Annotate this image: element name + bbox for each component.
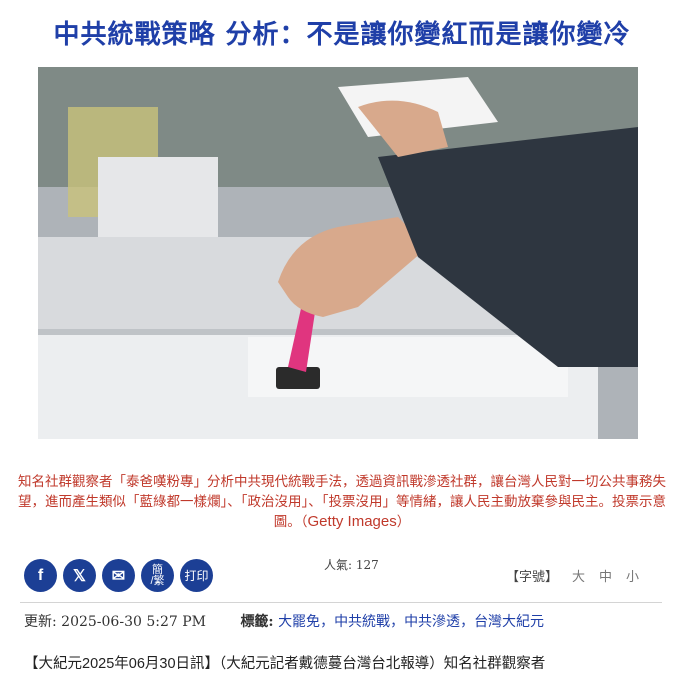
print-button[interactable]: 打印: [180, 559, 213, 592]
traditional-label: /繁: [150, 574, 165, 587]
lead-date: 2025年06月30日: [82, 656, 191, 672]
photo-caption: 知名社群觀察者「泰爸嘆粉專」分析中共現代統戰手法，透過資訊戰滲透社群，讓台灣人民…: [8, 472, 676, 532]
tags-label: 標籤:: [240, 614, 274, 630]
simplified-traditional-toggle[interactable]: 簡 /繁: [141, 559, 174, 592]
lead-text: 訊】（大紀元記者戴德蔓台灣台北報導）知名社群觀察者: [190, 656, 546, 672]
x-share-button[interactable]: 𝕏: [63, 559, 96, 592]
lead-prefix: 【大紀元: [24, 656, 82, 672]
article-lead: 【大紀元2025年06月30日訊】（大紀元記者戴德蔓台灣台北報導）知名社群觀察者: [24, 652, 545, 673]
updated-time: 更新: 2025-06-30 5:27 PM: [24, 614, 206, 630]
tag-link[interactable]: 台灣大紀元: [474, 614, 544, 630]
font-size-large[interactable]: 大: [572, 566, 585, 585]
article-title: 中共統戰策略 分析：不是讓你變紅而是讓你變冷: [53, 20, 631, 50]
facebook-icon: f: [37, 566, 44, 584]
ballot-box-photo: [38, 67, 638, 439]
x-icon: 𝕏: [73, 567, 86, 585]
tag-link[interactable]: 中共統戰: [334, 614, 390, 630]
email-share-button[interactable]: ✉: [102, 559, 135, 592]
tag-link[interactable]: 中共滲透: [404, 614, 460, 630]
ballot-photo-illustration: [38, 67, 638, 439]
article-meta: 更新: 2025-06-30 5:27 PM 標籤: 大罷免，中共統戰，中共滲透…: [24, 614, 545, 630]
font-size-medium[interactable]: 中: [599, 566, 612, 585]
facebook-share-button[interactable]: f: [24, 559, 57, 592]
font-size-control: 【字號】 大 中 小: [506, 566, 639, 585]
font-size-label: 【字號】: [506, 570, 559, 585]
share-bar: f 𝕏 ✉ 簡 /繁 打印: [24, 559, 213, 592]
caption-close: ）: [396, 514, 411, 530]
caption-credit: Getty Images: [307, 513, 397, 530]
divider: [20, 602, 662, 603]
font-size-small[interactable]: 小: [626, 566, 639, 585]
print-label: 打印: [184, 569, 209, 583]
popularity-count: 人氣: 127: [324, 558, 379, 572]
email-icon: ✉: [111, 567, 126, 585]
simplified-label: 簡: [152, 563, 163, 576]
tag-link[interactable]: 大罷免: [278, 614, 320, 630]
